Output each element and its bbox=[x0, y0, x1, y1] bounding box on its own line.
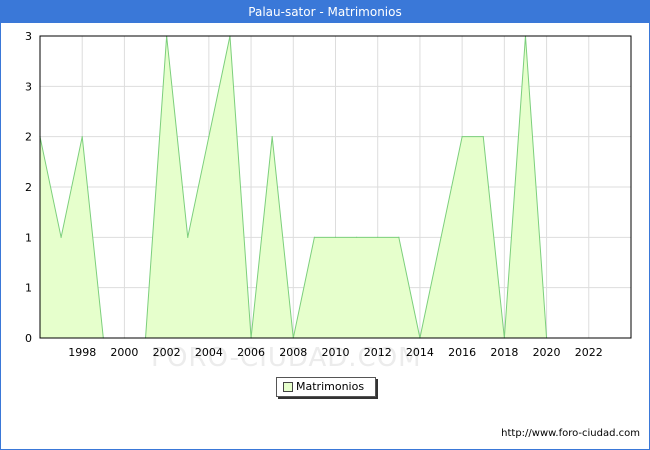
data-point bbox=[271, 136, 273, 138]
data-point bbox=[334, 236, 337, 238]
data-point bbox=[482, 136, 484, 138]
data-point bbox=[461, 136, 463, 138]
x-tick-label: 2016 bbox=[448, 346, 476, 359]
y-axis-ticks: 0 1 1 2 2 3 3 bbox=[25, 30, 32, 345]
data-point bbox=[60, 236, 62, 238]
data-point bbox=[356, 236, 358, 238]
y-tick-label: 1 bbox=[25, 231, 32, 244]
source-url[interactable]: http://www.foro-ciudad.com bbox=[501, 428, 640, 439]
y-tick-label: 2 bbox=[25, 181, 32, 194]
y-tick-label: 3 bbox=[25, 30, 32, 43]
x-tick-label: 2004 bbox=[195, 346, 223, 359]
x-tick-label: 2002 bbox=[153, 346, 181, 359]
y-tick-label: 0 bbox=[25, 332, 32, 345]
data-point bbox=[313, 236, 315, 238]
data-point bbox=[377, 236, 379, 238]
chart-window: Palau-sator - Matrimonios FORO-CIUDAD.CO… bbox=[0, 0, 650, 450]
data-point bbox=[398, 236, 400, 238]
x-tick-label: 2020 bbox=[533, 346, 561, 359]
legend-swatch bbox=[283, 382, 293, 392]
y-tick-label: 3 bbox=[25, 80, 32, 93]
x-tick-label: 2000 bbox=[110, 346, 138, 359]
x-tick-label: 2010 bbox=[322, 346, 350, 359]
x-tick-label: 1998 bbox=[68, 346, 96, 359]
x-axis-ticks: 1998 2000 2002 2004 2006 2008 2010 2012 2014 2016… bbox=[68, 346, 603, 359]
data-point bbox=[187, 236, 189, 238]
legend: Matrimonios bbox=[276, 377, 376, 397]
x-tick-label: 2012 bbox=[364, 346, 392, 359]
data-point bbox=[208, 136, 210, 138]
x-tick-label: 2006 bbox=[237, 346, 265, 359]
y-tick-label: 2 bbox=[25, 131, 32, 144]
x-tick-label: 2022 bbox=[575, 346, 603, 359]
x-tick-label: 2008 bbox=[279, 346, 307, 359]
x-tick-label: 2014 bbox=[406, 346, 434, 359]
legend-label: Matrimonios bbox=[296, 380, 365, 393]
data-point bbox=[81, 136, 83, 138]
y-tick-label: 1 bbox=[25, 282, 32, 295]
data-point bbox=[440, 236, 442, 238]
x-tick-label: 2018 bbox=[490, 346, 518, 359]
